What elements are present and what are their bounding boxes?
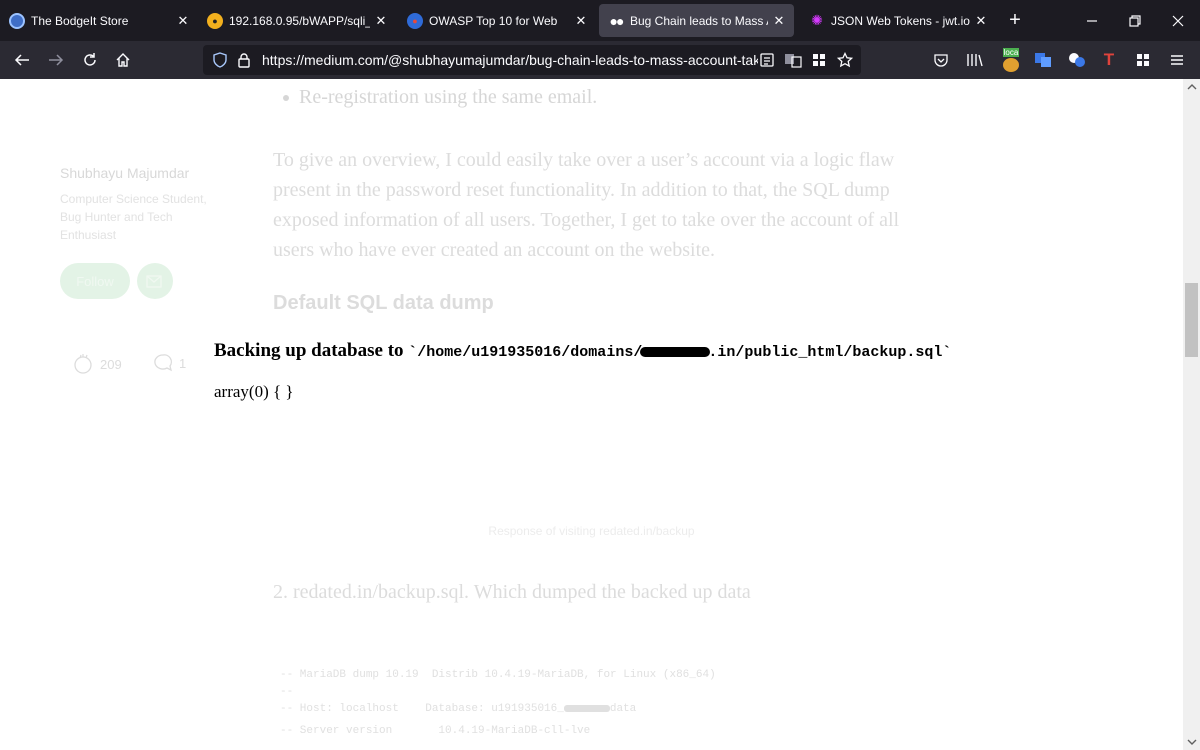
chevron-up-icon: [1187, 84, 1196, 90]
screenshot-array: array(0) { }: [214, 382, 294, 401]
bee-icon: ●: [207, 12, 223, 29]
scroll-up-button[interactable]: [1183, 79, 1200, 95]
chevron-down-icon: [1187, 739, 1196, 745]
medium-icon: ●●: [609, 12, 625, 29]
mail-plus-icon: [146, 275, 162, 288]
home-icon: [116, 53, 130, 67]
tab-owasp[interactable]: ● OWASP Top 10 for Web ✕: [398, 0, 596, 41]
tab-medium-article[interactable]: ●● Bug Chain leads to Mass Acco ✕: [599, 4, 794, 37]
lock-icon[interactable]: [235, 51, 253, 69]
t-extension-icon[interactable]: T: [1099, 50, 1119, 70]
window-close-button[interactable]: [1166, 10, 1190, 32]
responses-button[interactable]: 1: [153, 353, 186, 373]
translate-icon[interactable]: [784, 51, 802, 69]
face-icon: [1003, 58, 1019, 72]
extension-badge: loca: [1002, 48, 1020, 57]
close-icon[interactable]: ✕: [370, 13, 392, 29]
library-icon[interactable]: [965, 50, 985, 70]
arrow-left-icon: [14, 54, 29, 66]
scroll-down-button[interactable]: [1183, 734, 1200, 750]
scrollbar-thumb[interactable]: [1185, 283, 1198, 357]
overview-paragraph: To give an overview, I could easily take…: [273, 149, 900, 261]
clap-button[interactable]: 209: [72, 353, 122, 375]
locale-extension-icon[interactable]: loca: [1000, 46, 1022, 74]
new-tab-button[interactable]: +: [1004, 9, 1026, 31]
response-count: 1: [179, 355, 187, 371]
close-icon[interactable]: ✕: [768, 13, 790, 29]
subscribe-button[interactable]: [137, 263, 173, 299]
close-icon: [1172, 15, 1184, 27]
clap-count: 209: [100, 356, 122, 372]
tab-jwt[interactable]: ✺ JSON Web Tokens - jwt.io ✕: [800, 0, 996, 41]
translator-extension-icon[interactable]: [1033, 50, 1053, 70]
tab-strip: The BodgeIt Store ✕ ● 192.168.0.95/bWAPP…: [0, 0, 1200, 41]
code-line: -- Host: localhost Database: u191935016_…: [280, 703, 637, 715]
minimize-icon: [1087, 20, 1097, 22]
restore-button[interactable]: [1123, 10, 1147, 32]
bullet-item: Re-registration using the same email.: [283, 86, 597, 109]
address-bar[interactable]: https://medium.com/@shubhayumajumdar/bug…: [203, 45, 861, 75]
qr-code-icon[interactable]: [810, 51, 828, 69]
tab-title: OWASP Top 10 for Web: [429, 13, 558, 28]
follow-button[interactable]: Follow: [60, 263, 130, 299]
close-icon[interactable]: ✕: [970, 13, 992, 29]
owasp-icon: ●: [407, 12, 423, 29]
close-icon[interactable]: ✕: [570, 13, 592, 29]
redaction-bar: [640, 346, 711, 357]
tab-title: 192.168.0.95/bWAPP/sqli_6.p: [229, 13, 370, 28]
tab-title: Bug Chain leads to Mass Acco: [630, 13, 768, 28]
clap-icon: [74, 354, 92, 374]
author-bio: Computer Science Student, Bug Hunter and…: [60, 192, 207, 242]
home-button[interactable]: [112, 49, 134, 71]
screenshot-heading: Backing up database to `/home/u191935016…: [214, 340, 952, 361]
close-icon[interactable]: ✕: [172, 13, 194, 29]
section-heading: Default SQL data dump: [273, 292, 494, 314]
globe-icon: [9, 12, 25, 29]
translate-extension-icon[interactable]: [1067, 50, 1087, 70]
pocket-icon[interactable]: [931, 50, 951, 70]
step-paragraph: 2. redated.in/backup.sql. Which dumped t…: [273, 581, 751, 603]
navigation-toolbar: https://medium.com/@shubhayumajumdar/bug…: [0, 41, 1200, 79]
code-line: --: [280, 686, 294, 698]
restore-icon: [1129, 15, 1141, 27]
author-name[interactable]: Shubhayu Majumdar: [60, 165, 189, 181]
forward-button[interactable]: [45, 49, 67, 71]
shield-icon[interactable]: [211, 51, 229, 69]
tab-title: JSON Web Tokens - jwt.io: [831, 13, 970, 28]
extensions-icon[interactable]: [1133, 50, 1153, 70]
tab-bwapp[interactable]: ● 192.168.0.95/bWAPP/sqli_6.p ✕: [198, 0, 396, 41]
code-block: -- MariaDB dump 10.19 Distrib 10.4.19-Ma…: [280, 662, 716, 740]
code-line: -- Server version 10.4.19-MariaDB-cll-lv…: [280, 725, 591, 737]
tab-title: The BodgeIt Store: [31, 13, 129, 28]
tab-bodgeit[interactable]: The BodgeIt Store ✕: [0, 0, 198, 41]
reader-view-icon[interactable]: [758, 51, 776, 69]
vertical-scrollbar[interactable]: [1183, 79, 1200, 750]
reload-icon: [84, 53, 96, 66]
star-icon[interactable]: [836, 51, 854, 69]
minimize-button[interactable]: [1080, 10, 1104, 32]
jwt-icon: ✺: [811, 12, 823, 28]
arrow-right-icon: [49, 54, 64, 66]
code-line: -- MariaDB dump 10.19 Distrib 10.4.19-Ma…: [280, 669, 716, 681]
back-button[interactable]: [11, 49, 33, 71]
image-caption: Response of visiting redated.in/backup: [488, 524, 695, 538]
comment-icon: [154, 354, 172, 372]
menu-icon[interactable]: [1167, 50, 1187, 70]
reload-button[interactable]: [79, 49, 101, 71]
url-text[interactable]: https://medium.com/@shubhayumajumdar/bug…: [262, 52, 758, 68]
